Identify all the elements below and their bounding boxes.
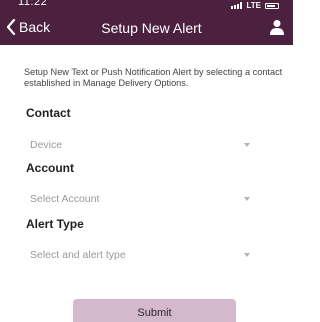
app-header: 11:22 LTE Back Setup New Alert [0, 0, 293, 45]
contact-select-value: Device [30, 139, 63, 151]
alert-type-select[interactable]: Select and alert type [26, 245, 258, 265]
battery-icon [265, 2, 279, 9]
account-select[interactable]: Select Account [26, 189, 258, 209]
description-text: Setup New Text or Push Notification Aler… [24, 67, 283, 88]
contact-label: Contact [26, 106, 71, 120]
contact-select[interactable]: Device [26, 135, 258, 155]
network-label: LTE [246, 1, 261, 10]
page-title: Setup New Alert [101, 20, 202, 36]
submit-button[interactable]: Submit [73, 299, 236, 322]
status-indicators: LTE [231, 1, 279, 10]
alert-type-select-placeholder: Select and alert type [30, 249, 126, 261]
account-select-placeholder: Select Account [30, 193, 100, 205]
chevron-down-icon [244, 197, 250, 201]
account-label: Account [26, 161, 74, 175]
alert-type-label: Alert Type [26, 217, 84, 231]
signal-icon [231, 2, 243, 9]
chevron-down-icon [244, 143, 250, 147]
user-icon[interactable] [269, 19, 285, 35]
submit-button-label: Submit [137, 307, 172, 319]
status-time: 11:22 [18, 0, 48, 8]
chevron-down-icon [244, 253, 250, 257]
